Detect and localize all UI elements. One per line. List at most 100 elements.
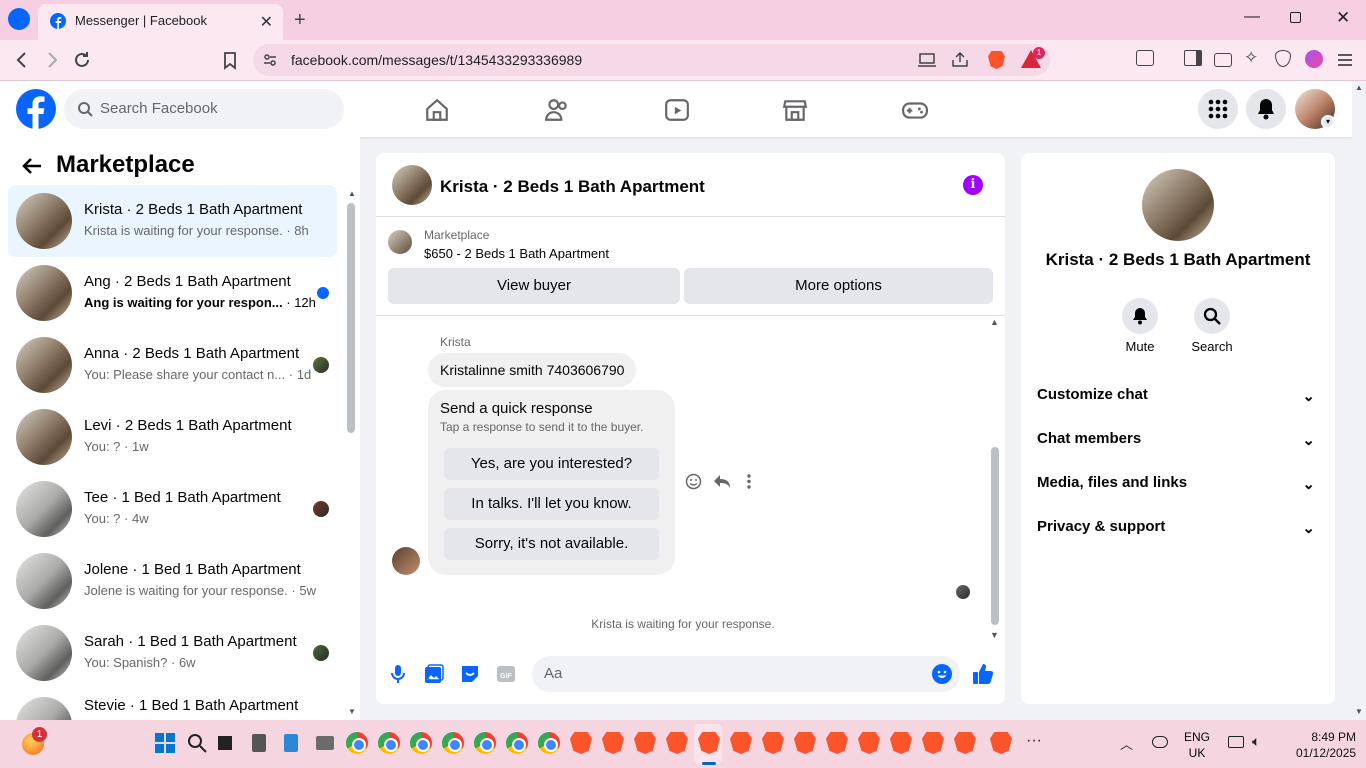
brave-icon[interactable]	[826, 732, 848, 754]
sidebar-scrollbar[interactable]	[347, 203, 355, 433]
like-icon[interactable]	[972, 663, 994, 685]
search-conversation-button[interactable]	[1194, 298, 1230, 334]
chat-title[interactable]: Krista · 2 Beds 1 Bath Apartment	[440, 177, 705, 197]
more-options-button[interactable]: More options	[684, 268, 993, 304]
sender-avatar[interactable]	[392, 547, 420, 575]
brave-icon[interactable]	[858, 732, 880, 754]
conversation-item[interactable]: Krista · 2 Beds 1 Bath Apartment Krista i…	[8, 185, 337, 257]
customize-chat-section[interactable]: Customize chat ⌄	[1037, 375, 1319, 415]
language-indicator[interactable]: ENG UK	[1184, 729, 1210, 761]
cloud-offline-icon[interactable]	[1152, 736, 1168, 748]
quick-response-button[interactable]: Yes, are you interested?	[444, 448, 659, 480]
taskbar-search-icon[interactable]	[186, 732, 208, 754]
conversation-item[interactable]: Stevie · 1 Bed 1 Bath Apartment	[8, 689, 337, 720]
network-app-icon[interactable]	[316, 736, 334, 750]
message-input[interactable]: Aa	[532, 656, 960, 692]
volume-icon[interactable]: 🔈︎	[1252, 733, 1260, 750]
conversation-item[interactable]: Tee · 1 Bed 1 Bath Apartment You: ? · 4w	[8, 473, 337, 545]
chat-scrollbar[interactable]	[991, 447, 999, 625]
chat-scroll-down-icon[interactable]: ▼	[990, 630, 999, 640]
chrome-icon[interactable]	[474, 732, 496, 754]
chrome-icon[interactable]	[410, 732, 432, 754]
gif-icon[interactable]: GIF	[496, 664, 516, 684]
page-scroll-up-icon[interactable]: ▲	[1355, 83, 1363, 92]
chrome-icon[interactable]	[538, 732, 560, 754]
system-clock[interactable]: 8:49 PM 01/12/2025	[1296, 729, 1356, 761]
gaming-icon[interactable]	[902, 97, 928, 123]
install-app-icon[interactable]	[918, 52, 936, 68]
share-icon[interactable]	[951, 52, 969, 68]
quick-response-button[interactable]: In talks. I'll let you know.	[444, 488, 659, 520]
brave-icon[interactable]	[666, 732, 688, 754]
reply-icon[interactable]	[713, 474, 731, 489]
chat-avatar[interactable]	[392, 165, 432, 205]
task-view-icon[interactable]	[218, 736, 232, 750]
conversation-item[interactable]: Jolene · 1 Bed 1 Bath Apartment Jolene is…	[8, 545, 337, 617]
sidebar-scroll-up-icon[interactable]: ▲	[348, 189, 356, 198]
listing-thumbnail[interactable]	[388, 230, 412, 254]
maximize-icon[interactable]	[1290, 12, 1301, 23]
taskbar-overflow-icon[interactable]: ···	[1026, 732, 1042, 750]
video-icon[interactable]	[664, 97, 690, 123]
facebook-pinned-icon[interactable]	[8, 8, 30, 30]
minimize-icon[interactable]: —	[1244, 8, 1260, 26]
chrome-icon[interactable]	[506, 732, 528, 754]
brave-icon[interactable]	[890, 732, 912, 754]
tab-close-icon[interactable]: ✕	[260, 12, 273, 32]
conversation-item[interactable]: Levi · 2 Beds 1 Bath Apartment You: ? · 1…	[8, 401, 337, 473]
quick-response-button[interactable]: Sorry, it's not available.	[444, 528, 659, 560]
brave-icon[interactable]	[730, 732, 752, 754]
brave-icon[interactable]	[634, 732, 656, 754]
chat-scroll-up-icon[interactable]: ▲	[990, 317, 999, 327]
network-icon[interactable]	[1228, 736, 1244, 748]
chat-members-section[interactable]: Chat members ⌄	[1037, 419, 1319, 459]
info-avatar[interactable]	[1142, 169, 1214, 241]
view-buyer-button[interactable]: View buyer	[388, 268, 680, 304]
brave-icon[interactable]	[954, 732, 976, 754]
reader-mode-icon[interactable]	[1136, 50, 1154, 66]
photo-icon[interactable]	[424, 664, 444, 684]
page-scrollbar[interactable]: ▲ ▼	[1352, 81, 1366, 720]
calculator-icon[interactable]	[252, 734, 266, 752]
message-bubble[interactable]: Kristalinne smith 7403606790	[428, 353, 637, 387]
vpn-icon[interactable]	[1275, 50, 1291, 67]
react-icon[interactable]	[685, 473, 702, 490]
windows-start-icon[interactable]	[154, 732, 176, 754]
window-close-icon[interactable]: ✕	[1336, 8, 1350, 28]
more-icon[interactable]	[746, 473, 752, 490]
menu-grid-button[interactable]	[1198, 89, 1238, 129]
reload-icon[interactable]	[72, 50, 92, 70]
menu-icon[interactable]	[1335, 50, 1355, 70]
emoji-icon[interactable]	[932, 664, 952, 684]
wallet-icon[interactable]	[1214, 53, 1232, 67]
page-scroll-down-icon[interactable]: ▼	[1355, 707, 1363, 716]
sticker-icon[interactable]	[460, 664, 480, 684]
info-icon[interactable]: i	[963, 175, 983, 195]
sidebar-toggle-icon[interactable]	[1184, 50, 1202, 66]
brave-icon[interactable]	[922, 732, 944, 754]
conversation-item[interactable]: Ang · 2 Beds 1 Bath Apartment Ang is wait…	[8, 257, 337, 329]
notifications-button[interactable]	[1246, 89, 1286, 129]
brave-icon[interactable]	[570, 732, 592, 754]
chrome-icon[interactable]	[346, 732, 368, 754]
chrome-icon[interactable]	[442, 732, 464, 754]
bookmark-icon[interactable]	[220, 50, 240, 70]
forward-icon[interactable]	[42, 50, 62, 70]
leo-ai-icon[interactable]: ✧	[1244, 48, 1264, 68]
sidebar-scroll-down-icon[interactable]: ▼	[348, 707, 356, 716]
friends-icon[interactable]	[544, 97, 570, 123]
brave-icon[interactable]	[794, 732, 816, 754]
account-chevron-icon[interactable]: ▾	[1321, 115, 1335, 129]
browser-tab[interactable]: Messenger | Facebook ✕	[38, 4, 283, 40]
facebook-logo-icon[interactable]	[16, 89, 56, 129]
back-icon[interactable]	[12, 50, 32, 70]
brave-shields-icon[interactable]	[988, 51, 1005, 69]
media-files-links-section[interactable]: Media, files and links ⌄	[1037, 463, 1319, 503]
home-icon[interactable]	[424, 97, 450, 123]
conversation-item[interactable]: Anna · 2 Beds 1 Bath Apartment You: Pleas…	[8, 329, 337, 401]
notepad-icon[interactable]	[284, 734, 298, 752]
facebook-search-input[interactable]: Search Facebook	[64, 89, 344, 129]
marketplace-icon[interactable]	[782, 97, 808, 123]
brave-icon[interactable]	[602, 732, 624, 754]
address-bar[interactable]: facebook.com/messages/t/1345433293336989…	[253, 44, 1050, 76]
